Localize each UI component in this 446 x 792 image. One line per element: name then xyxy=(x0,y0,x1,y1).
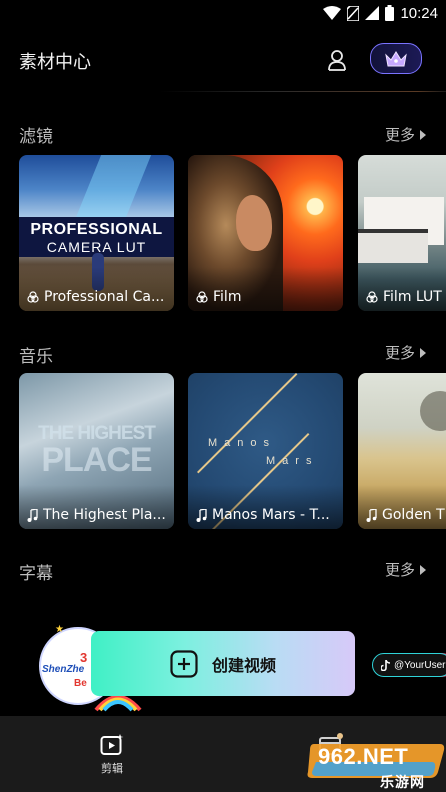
card-art-line2: PLACE xyxy=(41,441,152,479)
watermark-sub: 乐游网 xyxy=(380,775,425,791)
filters-row: PROFESSIONAL CAMERA LUT Professional Ca.… xyxy=(19,155,446,311)
card-label: Manos Mars - T... xyxy=(196,507,337,523)
music-more-link[interactable]: 更多 xyxy=(385,342,426,363)
music-card-golden[interactable]: Golden T xyxy=(358,373,446,529)
vip-button[interactable] xyxy=(370,43,422,74)
subtitle-sticker-text: Be xyxy=(74,678,87,689)
user-icon xyxy=(328,50,346,71)
filter-card-film[interactable]: Film xyxy=(188,155,343,311)
card-title: Manos Mars - T... xyxy=(212,507,330,523)
watermark-logo: 962.NET 乐游网 xyxy=(304,738,446,792)
tiktok-icon xyxy=(381,659,390,671)
card-art-title: PROFESSIONAL xyxy=(30,221,163,238)
card-label: Film LUT xyxy=(366,289,446,305)
create-video-button[interactable]: 创建视频 xyxy=(91,631,355,696)
card-title: Golden T xyxy=(382,507,445,523)
music-card-highest-place[interactable]: THE HIGHEST PLACE The Highest Pla... xyxy=(19,373,174,529)
svg-text:★: ★ xyxy=(55,624,64,635)
video-edit-icon xyxy=(100,734,124,755)
chevron-right-icon xyxy=(420,129,426,140)
card-art-line2: Mars xyxy=(266,455,319,467)
subtitle-card-right[interactable]: @YourUser xyxy=(372,653,446,677)
subtitles-more-link[interactable]: 更多 xyxy=(385,559,426,580)
filters-more-link[interactable]: 更多 xyxy=(385,124,426,145)
card-title: Film xyxy=(213,289,242,305)
section-title-filters: 滤镜 xyxy=(19,127,53,147)
card-art xyxy=(420,391,446,431)
filter-card-film-lut[interactable]: Film LUT xyxy=(358,155,446,311)
more-label: 更多 xyxy=(384,344,415,362)
section-title-subtitles: 字幕 xyxy=(19,564,53,584)
card-label: Film xyxy=(196,289,337,305)
header: 素材中心 xyxy=(0,26,446,92)
header-divider xyxy=(160,91,446,92)
page-title: 素材中心 xyxy=(19,52,91,73)
subtitle-sticker-text: 3 xyxy=(80,650,88,665)
card-label: Golden T xyxy=(366,507,446,523)
nav-tab-edit[interactable]: 剪辑 xyxy=(92,734,132,776)
section-title-music: 音乐 xyxy=(19,347,53,367)
create-video-label: 创建视频 xyxy=(211,655,276,675)
music-note-icon xyxy=(27,508,38,522)
plus-icon xyxy=(170,649,198,678)
filter-icon xyxy=(196,291,208,303)
music-card-manos-mars[interactable]: Manos Mars Manos Mars - T... xyxy=(188,373,343,529)
battery-icon xyxy=(385,5,395,21)
filter-card-professional[interactable]: PROFESSIONAL CAMERA LUT Professional Ca.… xyxy=(19,155,174,311)
more-label: 更多 xyxy=(384,126,415,144)
card-label: The Highest Pla... xyxy=(27,507,168,523)
filter-icon xyxy=(366,291,378,303)
status-icons: 10:24 xyxy=(323,3,438,23)
user-button[interactable] xyxy=(323,46,351,74)
chevron-right-icon xyxy=(420,564,426,575)
music-note-icon xyxy=(196,508,207,522)
card-title: Professional Ca... xyxy=(44,289,165,305)
more-label: 更多 xyxy=(384,561,415,579)
card-art-line1: Manos xyxy=(208,437,277,449)
music-note-icon xyxy=(366,508,377,522)
card-label: Professional Ca... xyxy=(27,289,168,305)
crown-icon xyxy=(385,50,407,66)
card-title: The Highest Pla... xyxy=(43,507,166,523)
chevron-right-icon xyxy=(420,347,426,358)
filter-icon xyxy=(27,291,39,303)
subtitle-sticker-text: ShenZhe xyxy=(42,664,85,675)
watermark-brand: 962.NET xyxy=(318,744,409,769)
nav-tab-label: 剪辑 xyxy=(101,762,123,775)
status-time: 10:24 xyxy=(400,4,438,22)
subtitle-card-text: @YourUser xyxy=(394,659,446,671)
wifi-icon xyxy=(323,6,342,20)
no-sim-icon xyxy=(347,5,360,21)
card-title: Film LUT xyxy=(383,289,442,305)
music-row: THE HIGHEST PLACE The Highest Pla... Man… xyxy=(19,373,446,529)
signal-icon xyxy=(365,6,380,20)
status-bar: 10:24 xyxy=(0,0,446,26)
card-art-terrace xyxy=(358,229,428,263)
